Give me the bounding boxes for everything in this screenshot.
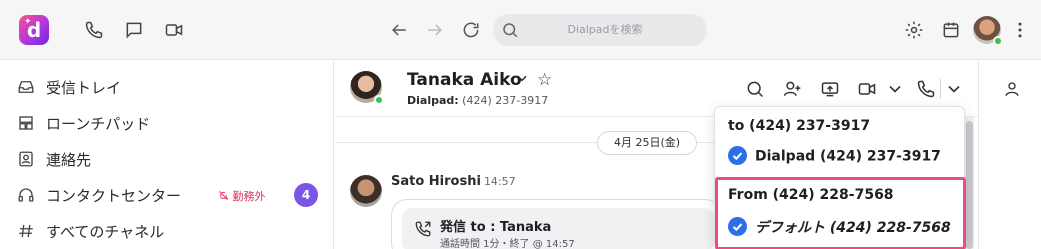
screen-share-icon[interactable]	[820, 79, 840, 99]
off-duty-status: 勤務外	[218, 188, 266, 204]
back-arrow-icon[interactable]	[389, 20, 409, 40]
date-divider: 4月 25日(金)	[597, 131, 697, 155]
call-log-inner: 発信 to : Tanaka 通話時間 1分・終了 @ 14:57	[402, 208, 714, 249]
sidebar-item-contacts[interactable]: 連絡先	[0, 141, 334, 177]
user-avatar[interactable]	[973, 16, 1003, 46]
contact-number-line: Dialpad: (424) 237-3917	[407, 94, 548, 107]
from-heading: From (424) 228-7568	[728, 187, 894, 203]
chevron-down-icon[interactable]	[944, 79, 964, 99]
sidebar-item-all-channels[interactable]: すべてのチャネル	[0, 213, 334, 249]
top-bar: ✦ d Dialpadを検索	[0, 0, 1041, 60]
inbox-icon	[17, 78, 35, 96]
call-meta: 通話時間 1分・終了 @ 14:57	[440, 239, 575, 249]
phone-icon[interactable]	[916, 79, 936, 99]
outgoing-call-icon	[414, 220, 432, 238]
sidebar: 受信トレイ ローンチパッド 連絡先 コンタクトセンター 勤務外 4 すべてのチャ…	[0, 61, 334, 249]
scrollbar[interactable]	[965, 117, 974, 249]
to-option[interactable]: Dialpad (424) 237-3917	[728, 146, 941, 166]
sidebar-item-label: すべてのチャネル	[46, 223, 165, 241]
video-icon[interactable]	[164, 20, 184, 40]
sender-name: Sato Hiroshi	[391, 174, 481, 189]
sidebar-item-label: ローンチパッド	[46, 115, 151, 133]
hash-icon	[17, 222, 35, 240]
scrollbar-thumb[interactable]	[966, 121, 973, 249]
chevron-down-icon[interactable]	[515, 71, 529, 89]
bell-off-icon	[219, 191, 229, 200]
forward-arrow-icon[interactable]	[425, 20, 445, 40]
phone-icon[interactable]	[84, 20, 104, 40]
calendar-icon[interactable]	[941, 20, 961, 40]
search-placeholder: Dialpadを検索	[567, 23, 643, 36]
dialpad-logo[interactable]: ✦ d	[19, 15, 49, 45]
message-time: 14:57	[483, 175, 516, 188]
sidebar-item-label: コンタクトセンター	[46, 187, 182, 205]
sidebar-item-label: 受信トレイ	[46, 79, 122, 97]
call-log-card[interactable]: 発信 to : Tanaka 通話時間 1分・終了 @ 14:57	[391, 199, 721, 249]
contact-avatar[interactable]	[350, 71, 384, 105]
sidebar-item-inbox[interactable]: 受信トレイ	[0, 69, 334, 105]
to-heading: to (424) 237-3917	[728, 118, 871, 134]
sidebar-item-launchpad[interactable]: ローンチパッド	[0, 105, 334, 141]
sender-avatar[interactable]	[350, 175, 382, 207]
contact-number: (424) 237-3917	[462, 94, 549, 107]
headset-icon	[17, 186, 35, 204]
search-icon[interactable]	[745, 79, 765, 99]
refresh-icon[interactable]	[461, 20, 481, 40]
count-badge: 4	[294, 183, 318, 207]
chevron-down-icon[interactable]	[885, 79, 905, 99]
star-icon[interactable]: ☆	[537, 70, 552, 90]
gear-icon[interactable]	[904, 20, 924, 40]
more-vertical-icon[interactable]	[1010, 20, 1030, 40]
add-person-icon[interactable]	[782, 79, 802, 99]
logo-letter-icon: d	[26, 18, 42, 42]
message-icon[interactable]	[124, 20, 144, 40]
person-icon[interactable]	[1003, 80, 1021, 98]
launchpad-icon	[17, 114, 35, 132]
divider	[940, 79, 941, 99]
message-sender: Sato Hiroshi 14:57	[391, 174, 516, 189]
check-icon	[728, 146, 747, 165]
to-option-label: Dialpad (424) 237-3917	[755, 148, 941, 165]
off-duty-label: 勤務外	[232, 190, 266, 203]
call-options-dropdown: to (424) 237-3917 Dialpad (424) 237-3917…	[714, 106, 966, 249]
online-status-dot	[374, 95, 384, 105]
check-icon	[728, 216, 747, 236]
search-bar[interactable]: Dialpadを検索	[493, 14, 707, 46]
contact-name[interactable]: Tanaka Aiko	[407, 70, 522, 90]
contact-line-label: Dialpad:	[407, 94, 459, 107]
from-option-label: デフォルト (424) 228-7568	[755, 220, 951, 236]
contacts-icon	[17, 150, 35, 168]
from-option[interactable]: デフォルト (424) 228-7568	[728, 216, 951, 237]
right-rail	[978, 61, 1041, 249]
call-title: 発信 to : Tanaka	[440, 220, 552, 235]
online-status-dot	[993, 36, 1003, 46]
sidebar-item-contact-center[interactable]: コンタクトセンター 勤務外 4	[0, 177, 334, 213]
sidebar-item-label: 連絡先	[46, 151, 92, 169]
video-icon[interactable]	[857, 79, 877, 99]
